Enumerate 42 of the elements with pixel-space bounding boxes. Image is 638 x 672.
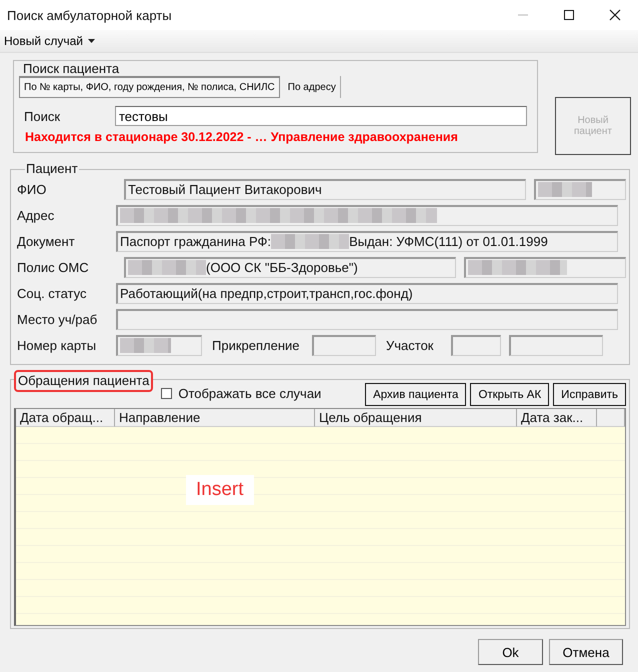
maximize-icon[interactable] (563, 9, 575, 21)
close-icon[interactable] (609, 9, 621, 21)
redacted-block (120, 338, 171, 353)
text-field[interactable]: Паспорт гражданина РФ: Выдан: УФМС(111) от 01.01.1999 (116, 230, 618, 252)
caret-icon (88, 39, 96, 43)
dialog-button[interactable]: Отмена (549, 639, 623, 665)
text-field[interactable] (451, 334, 501, 356)
tab[interactable]: По № карты, ФИО, году рождения, № полиса, СНИЛС (19, 76, 280, 98)
toolbar-button[interactable]: Открыть АК (470, 383, 550, 406)
text-field[interactable] (464, 256, 626, 278)
toolbar-button[interactable]: Исправить (553, 383, 626, 406)
field-label: ФИО (17, 182, 48, 196)
text-field[interactable] (116, 308, 618, 330)
redacted-block (538, 182, 592, 197)
field-label: Документ (17, 234, 76, 248)
field-label: Поиск (24, 108, 62, 124)
text-field[interactable] (509, 334, 603, 356)
window-title: Поиск амбулаторной карты (7, 8, 172, 22)
field-label: Адрес (17, 208, 56, 222)
dialog-button[interactable]: Ok (478, 639, 543, 665)
field-label: Номер карты (17, 338, 98, 352)
field-label: Соц. статус (17, 286, 88, 300)
text-field[interactable] (116, 204, 618, 226)
text-field[interactable] (534, 178, 626, 200)
menu-item[interactable]: Новый случай (0, 31, 100, 51)
text-field[interactable] (312, 334, 376, 356)
text-field[interactable]: Работающий(на предпр,строит,трансп,гос.фонд) (116, 282, 618, 304)
field-label: Участок (385, 338, 434, 352)
field-label: Полис ОМС (17, 260, 90, 274)
warning-text: Находится в стационаре 30.12.2022 - … Управление здравоохранения (25, 130, 459, 144)
field-label: Место уч/раб (17, 312, 98, 326)
text-field[interactable] (116, 334, 202, 356)
field-label: Прикрепление (211, 338, 301, 352)
text-field[interactable]: Тестовый Пациент Витакорович (124, 178, 526, 200)
highlighted-group-title: Обращения пациента (14, 370, 154, 392)
group-title: Пациент (25, 162, 79, 176)
toolbar-button[interactable]: Архив пациента (365, 383, 466, 406)
checkbox[interactable]: Отображать все случаи (161, 386, 322, 401)
search-field[interactable]: тестовы (115, 106, 527, 126)
text-field[interactable]: (ООО СК "ББ-Здоровье") (124, 256, 456, 278)
annotation-label: Insert (186, 475, 254, 505)
group-title: Поиск пациента (22, 62, 120, 76)
